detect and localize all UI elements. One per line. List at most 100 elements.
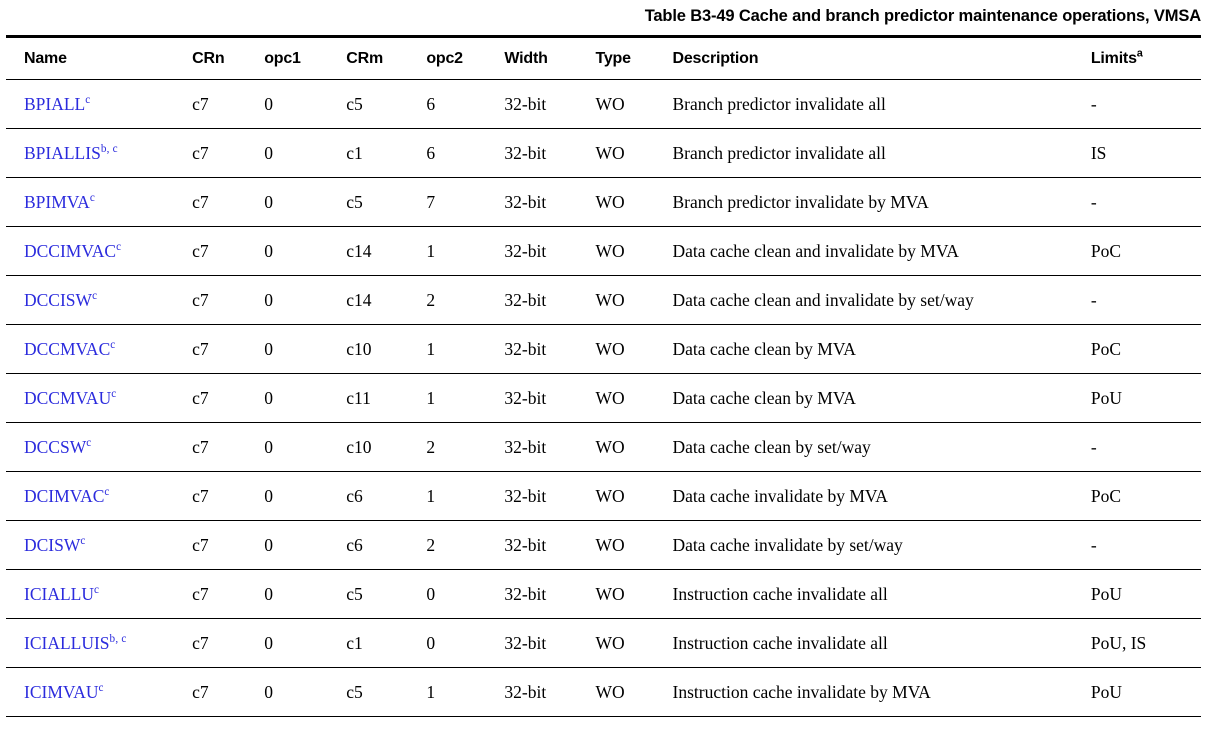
register-link-dccisw[interactable]: DCCISW: [24, 290, 92, 310]
cell-opc1: 0: [264, 79, 347, 129]
cell-limits: PoU, IS: [1090, 618, 1201, 668]
register-link-bpimva[interactable]: BPIMVA: [24, 192, 90, 212]
cell-opc2: 1: [426, 471, 505, 521]
cell-description: Data cache clean and invalidate by MVA: [672, 226, 1091, 276]
cell-opc2: 1: [426, 226, 505, 276]
register-link-icimvau[interactable]: ICIMVAU: [24, 682, 99, 702]
cell-opc1: 0: [264, 177, 347, 227]
cell-width: 32-bit: [504, 79, 596, 129]
footnote-marker-limits: a: [1136, 47, 1144, 60]
column-header-crm-label: CRm: [346, 49, 383, 67]
cell-opc1: 0: [264, 520, 347, 570]
cell-register-name: ICIALLUISb, c: [6, 618, 193, 668]
cell-register-name: DCISWc: [6, 520, 193, 570]
cell-description: Data cache invalidate by set/way: [672, 520, 1091, 570]
cell-opc1: 0: [264, 667, 347, 717]
cell-crn: c7: [192, 324, 265, 374]
cell-limits: PoC: [1090, 226, 1201, 276]
cell-register-name: DCCMVACc: [6, 324, 193, 374]
cell-width: 32-bit: [504, 422, 596, 472]
cell-limits: -: [1090, 520, 1201, 570]
register-link-dccsw[interactable]: DCCSW: [24, 437, 86, 457]
cell-opc2: 6: [426, 128, 505, 178]
cell-opc1: 0: [264, 569, 347, 619]
document-page: Table B3-49 Cache and branch predictor m…: [0, 0, 1207, 740]
cell-crn: c7: [192, 275, 265, 325]
table-header-row: Name CRn opc1 CRm opc2 Width Type Descri…: [6, 34, 1201, 80]
cell-register-name: DCCIMVACc: [6, 226, 193, 276]
cell-width: 32-bit: [504, 618, 596, 668]
cell-type: WO: [595, 373, 673, 423]
cell-opc1: 0: [264, 373, 347, 423]
register-link-bpiallis[interactable]: BPIALLIS: [24, 143, 101, 163]
column-header-name: Name: [6, 34, 193, 80]
cell-crm: c11: [346, 373, 427, 423]
cell-type: WO: [595, 667, 673, 717]
footnote-marker: c: [86, 436, 92, 449]
register-link-dcimvac[interactable]: DCIMVAC: [24, 486, 104, 506]
cell-width: 32-bit: [504, 373, 596, 423]
cell-crm: c6: [346, 471, 427, 521]
register-link-iciallu[interactable]: ICIALLU: [24, 584, 94, 604]
cell-opc1: 0: [264, 618, 347, 668]
cell-type: WO: [595, 520, 673, 570]
footnote-marker: c: [111, 387, 117, 400]
footnote-marker: c: [98, 681, 104, 694]
table-row: DCCSWc c7 0 c10 2 32-bit WO Data cache clean by…: [6, 422, 1201, 472]
cell-crn: c7: [192, 667, 265, 717]
column-header-type-label: Type: [595, 49, 631, 67]
column-header-type: Type: [595, 34, 673, 80]
cell-description: Instruction cache invalidate all: [672, 569, 1091, 619]
cell-limits: -: [1090, 79, 1201, 129]
cell-register-name: ICIMVAUc: [6, 667, 193, 717]
cell-description: Data cache clean and invalidate by set/w…: [672, 275, 1091, 325]
cell-crm: c6: [346, 520, 427, 570]
register-link-dccmvau[interactable]: DCCMVAU: [24, 388, 111, 408]
cell-opc2: 7: [426, 177, 505, 227]
cell-crm: c14: [346, 275, 427, 325]
cell-limits: -: [1090, 177, 1201, 227]
cell-type: WO: [595, 128, 673, 178]
column-header-name-label: Name: [24, 49, 67, 67]
footnote-marker: c: [85, 93, 91, 106]
table-row: DCISWc c7 0 c6 2 32-bit WO Data cache invalidat…: [6, 520, 1201, 570]
cell-width: 32-bit: [504, 226, 596, 276]
cell-register-name: BPIALLc: [6, 79, 193, 129]
cell-type: WO: [595, 226, 673, 276]
cell-opc1: 0: [264, 324, 347, 374]
cell-crm: c14: [346, 226, 427, 276]
register-link-dcisw[interactable]: DCISW: [24, 535, 80, 555]
cell-width: 32-bit: [504, 569, 596, 619]
cell-opc1: 0: [264, 226, 347, 276]
cell-crn: c7: [192, 471, 265, 521]
cell-crm: c10: [346, 422, 427, 472]
cell-crm: c10: [346, 324, 427, 374]
cell-description: Data cache clean by MVA: [672, 373, 1091, 423]
register-link-dccmvac[interactable]: DCCMVAC: [24, 339, 110, 359]
cell-limits: -: [1090, 275, 1201, 325]
table-row: BPIALLISb, c c7 0 c1 6 32-bit WO Branch predict…: [6, 128, 1201, 178]
cell-description: Data cache invalidate by MVA: [672, 471, 1091, 521]
table-header: Name CRn opc1 CRm opc2 Width Type Descri…: [6, 34, 1201, 80]
register-link-bpiall[interactable]: BPIALL: [24, 94, 85, 114]
cell-opc2: 1: [426, 373, 505, 423]
cell-crm: c1: [346, 618, 427, 668]
register-link-dccimvac[interactable]: DCCIMVAC: [24, 241, 116, 261]
column-header-crm: CRm: [346, 34, 427, 80]
cell-opc2: 2: [426, 422, 505, 472]
cell-limits: PoU: [1090, 373, 1201, 423]
table-row: DCCMVACc c7 0 c10 1 32-bit WO Data cache clean …: [6, 324, 1201, 374]
table-row: DCCISWc c7 0 c14 2 32-bit WO Data cache clean a…: [6, 275, 1201, 325]
table-row: ICIALLUISb, c c7 0 c1 0 32-bit WO Instruction c…: [6, 618, 1201, 668]
register-link-icialluis[interactable]: ICIALLUIS: [24, 633, 110, 653]
cell-register-name: BPIALLISb, c: [6, 128, 193, 178]
cell-register-name: DCCSWc: [6, 422, 193, 472]
table-row: BPIMVAc c7 0 c5 7 32-bit WO Branch predictor in…: [6, 177, 1201, 227]
column-header-limits: Limitsa: [1090, 34, 1201, 80]
footnote-marker: c: [80, 534, 86, 547]
cell-description: Branch predictor invalidate by MVA: [672, 177, 1091, 227]
cell-description: Instruction cache invalidate by MVA: [672, 667, 1091, 717]
table-row: ICIMVAUc c7 0 c5 1 32-bit WO Instruction cache …: [6, 667, 1201, 717]
cell-register-name: DCCISWc: [6, 275, 193, 325]
cell-crn: c7: [192, 177, 265, 227]
